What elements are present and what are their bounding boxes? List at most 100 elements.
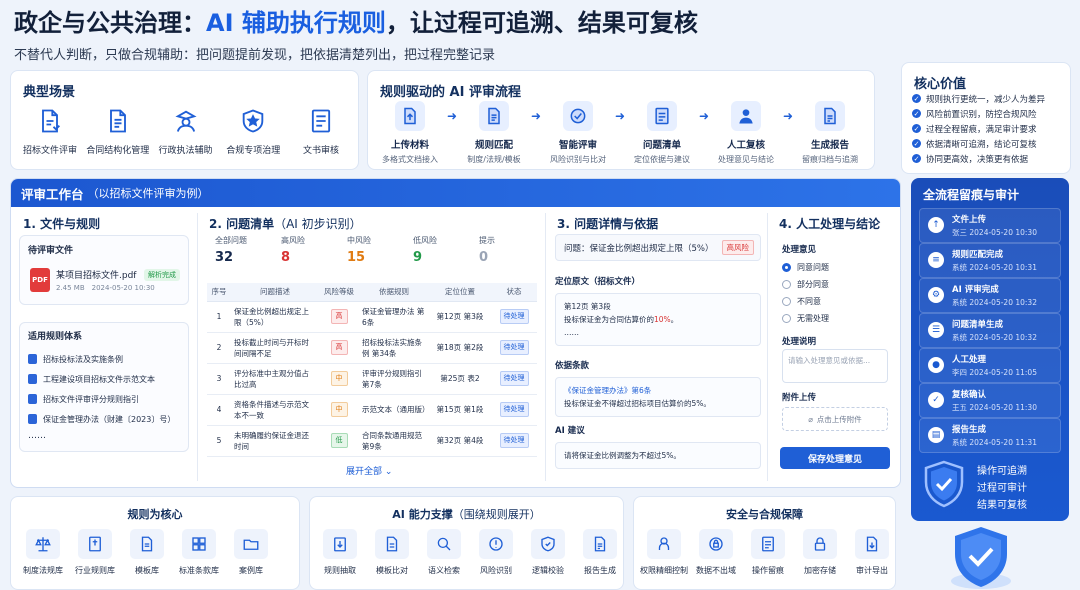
tile-data-local[interactable]: 数据不出域 — [692, 529, 740, 576]
risk-badge: 低 — [330, 433, 348, 448]
audit-item[interactable]: ✓ 复核确认 王五 2024-05-20 11:30 — [919, 383, 1061, 418]
stat-low[interactable]: 低风险 9 — [405, 235, 471, 277]
original-text-section: 定位原文（招标文件） 第12页 第3段 投标保证金为合同估算价的10%。 …… — [555, 275, 761, 346]
flow-step[interactable]: 上传材料 多格式文档接入 — [374, 101, 446, 165]
rule-item[interactable]: 招标文件评审评分规则指引 — [28, 389, 175, 409]
tile-law-library[interactable]: 制度法规库 — [19, 529, 67, 576]
core-values-card: 核心价值 ✓ 规则执行更统一，减少人为差异 ✓ 风险前置识别，防控合规风险 ✓ 过程全… — [901, 62, 1071, 174]
parse-status-badge: 解析完成 — [144, 269, 180, 281]
selected-issue: 问题：保证金比例超出规定上限（5%） 高风险 — [555, 234, 761, 261]
stat-tip[interactable]: 提示 0 — [471, 235, 537, 277]
stat-high[interactable]: 高风险 8 — [273, 235, 339, 277]
document-check-icon — [36, 107, 64, 135]
tile-audit-export[interactable]: 审计导出 — [848, 529, 896, 576]
tile-rule-extract[interactable]: 规则抽取 — [316, 529, 364, 576]
status-badge[interactable]: 待处理 — [499, 371, 529, 386]
report-icon — [583, 529, 617, 559]
scenario-item[interactable]: 文书审核 — [288, 107, 354, 156]
process-desc-input[interactable]: 请输入处理意见或依据... — [782, 349, 888, 383]
status-badge[interactable]: 待处理 — [499, 340, 529, 355]
stat-all[interactable]: 全部问题 32 — [207, 235, 273, 277]
table-row[interactable]: 1 保证金比例超出规定上限（5%） 高 保证金管理办法 第6条 第12页 第3段 待… — [207, 301, 537, 333]
flow-step[interactable]: 智能评审 风险识别与比对 — [542, 101, 614, 165]
tile-template-compare[interactable]: 模板比对 — [368, 529, 416, 576]
audit-item[interactable]: ≡ 规则匹配完成 系统 2024-05-20 10:31 — [919, 243, 1061, 278]
tile-risk-detect[interactable]: 风险识别 — [472, 529, 520, 576]
upload-attachment-button[interactable]: ⌀ 点击上传附件 — [782, 407, 888, 431]
status-badge[interactable]: 待处理 — [499, 309, 529, 324]
tile-clause-library[interactable]: 标准条款库 — [175, 529, 223, 576]
tile-template-library[interactable]: 模板库 — [123, 529, 171, 576]
file-name[interactable]: 某项目招标文件.pdf — [56, 268, 136, 281]
value-item: ✓ 风险前置识别，防控合规风险 — [912, 109, 1037, 120]
status-badge[interactable]: 待处理 — [499, 433, 529, 448]
arrow-icon: ➜ — [446, 109, 458, 123]
tile-operation-log[interactable]: 操作留痕 — [744, 529, 792, 576]
rules-block-title: 适用规则体系 — [28, 332, 83, 342]
rule-doc-icon — [28, 394, 37, 404]
step-desc: 处理意见与结论 — [718, 155, 774, 164]
issue-list-title: 2. 问题清单（AI 初步识别） — [209, 217, 362, 231]
review-workbench: 评审工作台 （以招标文件评审为例） 1. 文件与规则 待评审文件 PDF 某项目招… — [10, 178, 901, 488]
rule-item[interactable]: 招标投标法及实施条例 — [28, 349, 175, 369]
rule-item[interactable]: 保证金管理办法（财建〔2023〕号） — [28, 409, 175, 429]
table-row[interactable]: 2 投标截止时间与开标时间间隔不足 高 招标投标法实施条例 第34条 第18页 第2… — [207, 332, 537, 364]
compare-icon — [375, 529, 409, 559]
risk-badge: 中 — [330, 402, 348, 417]
check-icon: ✓ — [928, 392, 944, 409]
save-opinion-button[interactable]: 保存处理意见 — [780, 447, 890, 469]
values-title: 核心价值 — [914, 77, 967, 92]
table-row[interactable]: 3 评分标准中主观分值占比过高 中 评审评分规则指引 第7条 第25页 表2 待处理 — [207, 363, 537, 395]
tile-case-library[interactable]: 案例库 — [227, 529, 275, 576]
radio-disagree[interactable]: 不同意 — [782, 293, 829, 310]
radio-no-action[interactable]: 无需处理 — [782, 310, 829, 327]
flow-step[interactable]: 规则匹配 制度/法规/模板 — [458, 101, 530, 165]
tile-encrypt[interactable]: 加密存储 — [796, 529, 844, 576]
status-badge[interactable]: 待处理 — [499, 402, 529, 417]
audit-item[interactable]: ☰ 问题清单生成 系统 2024-05-20 10:32 — [919, 313, 1061, 348]
tile-semantic-search[interactable]: 语义检索 — [420, 529, 468, 576]
scenario-item[interactable]: 行政执法辅助 — [153, 107, 219, 156]
flow-step[interactable]: 人工复核 处理意见与结论 — [710, 101, 782, 165]
scenario-item[interactable]: 合规专项治理 — [220, 107, 286, 156]
slogan: 操作可追溯 — [977, 466, 1027, 477]
flow-step[interactable]: 生成报告 留痕归档与追溯 — [794, 101, 866, 165]
check-icon: ✓ — [912, 94, 921, 103]
document-edit-icon — [307, 107, 335, 135]
stat-medium[interactable]: 中风险 15 — [339, 235, 405, 277]
value-item: ✓ 规则执行更统一，减少人为差异 — [912, 94, 1046, 105]
template-icon — [130, 529, 164, 559]
audit-item[interactable]: ▤ 报告生成 系统 2024-05-20 11:31 — [919, 418, 1061, 453]
audit-title: 全流程留痕与审计 — [923, 188, 1020, 202]
expand-all-link[interactable]: 展开全部 ⌄ — [346, 464, 392, 477]
rule-item[interactable]: 工程建设项目招标文件示范文本 — [28, 369, 175, 389]
page-header: 政企与公共治理：AI 辅助执行规则，让过程可追溯、结果可复核 不替代人判断，只做… — [14, 6, 894, 68]
issue-detail-title: 3. 问题详情与依据 — [557, 217, 659, 231]
document-list-icon — [104, 107, 132, 135]
tile-logic-check[interactable]: 逻辑校验 — [524, 529, 572, 576]
radio-partial[interactable]: 部分同意 — [782, 276, 829, 293]
value-item: ✓ 过程全程留痕，满足审计要求 — [912, 124, 1037, 135]
audit-item[interactable]: ● 人工处理 李四 2024-05-20 11:05 — [919, 348, 1061, 383]
audit-item[interactable]: ↑ 文件上传 张三 2024-05-20 10:30 — [919, 208, 1061, 243]
flow-step[interactable]: 问题清单 定位依据与建议 — [626, 101, 698, 165]
tile-industry-rules[interactable]: 行业规则库 — [71, 529, 119, 576]
tile-report-gen[interactable]: 报告生成 — [576, 529, 624, 576]
checklist-icon — [647, 101, 677, 131]
arrow-icon: ➜ — [530, 109, 542, 123]
table-row[interactable]: 4 资格条件描述与示范文本不一致 中 示范文本（通用版） 第15页 第1段 待处理 — [207, 394, 537, 426]
tile-permission[interactable]: 权限精细控制 — [640, 529, 688, 576]
audit-item[interactable]: ⚙ AI 评审完成 系统 2024-05-20 10:32 — [919, 278, 1061, 313]
risk-badge: 高 — [330, 309, 348, 324]
arrow-icon: ➜ — [782, 109, 794, 123]
pending-file-block[interactable]: 待评审文件 PDF 某项目招标文件.pdf 2.45 MB 2024-05-20… — [19, 235, 189, 305]
table-row[interactable]: 5 未明确履约保证金退还时间 低 合同条款通用规范 第9条 第32页 第4段 待处理 — [207, 425, 537, 457]
scenario-item[interactable]: 招标文件评审 — [17, 107, 83, 156]
step-name: 规则匹配 — [474, 140, 513, 151]
scenario-item[interactable]: 合同结构化管理 — [85, 107, 151, 156]
risk-badge: 高风险 — [721, 240, 754, 255]
ai-suggestion-box: 请将保证金比例调整为不超过5%。 — [555, 442, 761, 469]
radio-agree[interactable]: 同意问题 — [782, 259, 829, 276]
opinion-radio-group: 同意问题 部分同意 不同意 无需处理 — [782, 259, 829, 327]
user-icon — [731, 101, 761, 131]
